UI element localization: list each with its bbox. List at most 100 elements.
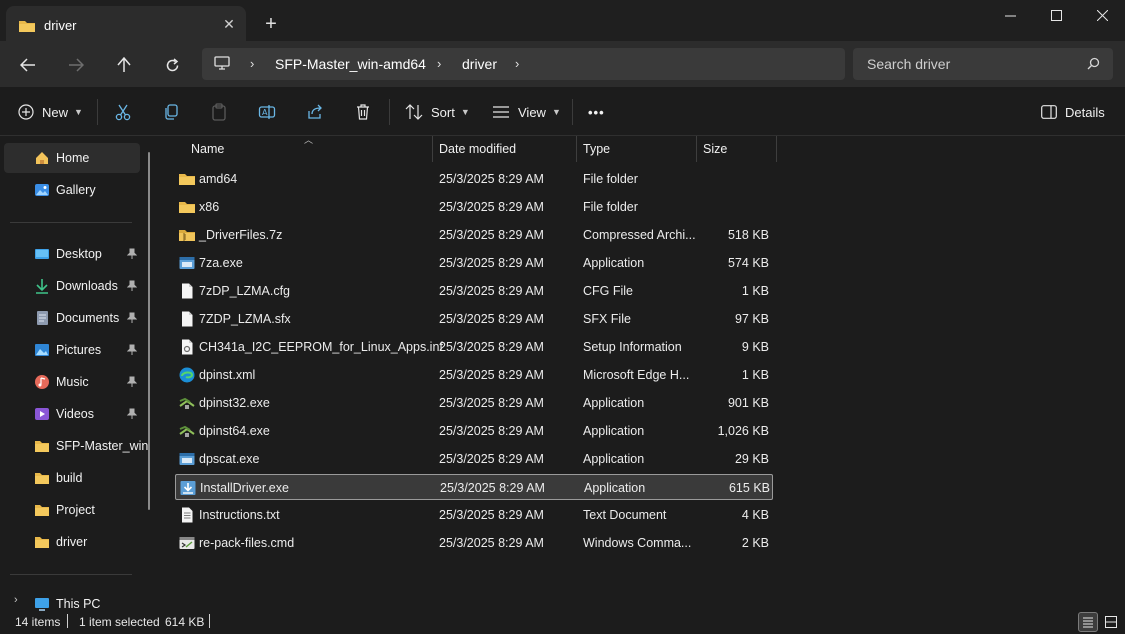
file-row[interactable]: 7ZDP_LZMA.sfx 25/3/2025 8:29 AM SFX File 97…	[175, 306, 773, 332]
column-header-type[interactable]: Type	[583, 136, 610, 162]
column-divider[interactable]	[776, 136, 777, 162]
file-name: _DriverFiles.7z	[199, 228, 283, 242]
cut-button[interactable]	[114, 101, 132, 123]
details-view-button[interactable]	[1078, 612, 1098, 632]
more-options-button[interactable]: •••	[588, 101, 605, 123]
back-button[interactable]	[14, 53, 42, 77]
file-name: Instructions.txt	[199, 508, 280, 522]
view-button[interactable]: View ▼	[492, 101, 561, 123]
up-button[interactable]	[110, 53, 138, 77]
file-row[interactable]: dpscat.exe 25/3/2025 8:29 AM Application 29…	[175, 446, 773, 472]
file-date: 25/3/2025 8:29 AM	[439, 228, 544, 242]
search-placeholder: Search driver	[867, 56, 951, 72]
rename-button[interactable]: A	[258, 101, 276, 123]
sidebar-item-documents[interactable]: Documents	[4, 303, 140, 333]
sidebar-item-project[interactable]: Project	[4, 495, 140, 525]
file-type: Application	[583, 424, 645, 438]
new-button[interactable]: New ▼	[18, 101, 83, 123]
file-row[interactable]: dpinst64.exe 25/3/2025 8:29 AM Application…	[175, 418, 773, 444]
pin-icon[interactable]	[127, 280, 137, 292]
share-button[interactable]	[306, 101, 324, 123]
maximize-button[interactable]	[1033, 0, 1079, 30]
file-row[interactable]: dpinst32.exe 25/3/2025 8:29 AM Application…	[175, 390, 773, 416]
sidebar-item-this-pc[interactable]: › This PC	[4, 591, 140, 613]
sidebar-item-gallery[interactable]: Gallery	[4, 175, 140, 205]
new-tab-button[interactable]: +	[259, 13, 283, 37]
file-row[interactable]: Instructions.txt 25/3/2025 8:29 AM Text Do…	[175, 502, 773, 528]
sidebar-item-music[interactable]: Music	[4, 367, 140, 397]
column-size-label: Size	[703, 142, 728, 156]
file-row[interactable]: re-pack-files.cmd 25/3/2025 8:29 AM Window…	[175, 530, 773, 556]
file-row[interactable]: 7zDP_LZMA.cfg 25/3/2025 8:29 AM CFG File 1 …	[175, 278, 773, 304]
divider	[67, 614, 68, 628]
file-row[interactable]: _DriverFiles.7z 25/3/2025 8:29 AM Compress…	[175, 222, 773, 248]
file-type: Application	[583, 256, 645, 270]
file-type: File folder	[583, 172, 638, 186]
close-tab-icon[interactable]: ✕	[219, 14, 239, 34]
search-input[interactable]: Search driver	[853, 48, 1113, 80]
file-row[interactable]: 7za.exe 25/3/2025 8:29 AM Application 574 K…	[175, 250, 773, 276]
column-header-name[interactable]: Name	[191, 136, 224, 162]
minimize-button[interactable]	[987, 0, 1033, 30]
copy-icon	[165, 104, 178, 120]
music-icon	[35, 375, 49, 389]
refresh-button[interactable]	[158, 53, 186, 77]
pin-icon[interactable]	[127, 376, 137, 388]
documents-icon	[37, 311, 48, 325]
pin-icon[interactable]	[127, 312, 137, 324]
copy-button[interactable]	[162, 101, 180, 123]
file-size: 1 KB	[741, 284, 769, 298]
forward-button[interactable]	[62, 53, 90, 77]
file-size: 9 KB	[741, 340, 769, 354]
tiles-view-button[interactable]	[1101, 612, 1121, 632]
file-size: 1,026 KB	[717, 424, 769, 438]
sidebar-item-label: Music	[56, 375, 89, 389]
file-row[interactable]: x86 25/3/2025 8:29 AM File folder	[175, 194, 773, 220]
file-type: CFG File	[583, 284, 633, 298]
paste-button[interactable]	[210, 101, 228, 123]
file-file-icon	[178, 282, 196, 300]
breadcrumb-sfp-master[interactable]: SFP-Master_win-amd64	[275, 56, 426, 72]
pin-icon[interactable]	[127, 344, 137, 356]
file-name: dpscat.exe	[199, 452, 260, 466]
file-row[interactable]: amd64 25/3/2025 8:29 AM File folder	[175, 166, 773, 192]
file-row[interactable]: InstallDriver.exe 25/3/2025 8:29 AM Applic…	[175, 474, 773, 500]
column-divider[interactable]	[576, 136, 577, 162]
clipboard-icon	[212, 103, 226, 121]
close-window-button[interactable]	[1079, 0, 1125, 30]
column-divider[interactable]	[432, 136, 433, 162]
sidebar-item-home[interactable]: Home	[4, 143, 140, 173]
sidebar-item-downloads[interactable]: Downloads	[4, 271, 140, 301]
file-size: 4 KB	[741, 508, 769, 522]
file-date: 25/3/2025 8:29 AM	[439, 284, 544, 298]
divider	[10, 222, 132, 223]
pin-icon[interactable]	[127, 408, 137, 420]
address-bar[interactable]: › SFP-Master_win-amd64 › driver ›	[202, 48, 845, 80]
file-date: 25/3/2025 8:29 AM	[439, 172, 544, 186]
sidebar-item-desktop[interactable]: Desktop	[4, 239, 140, 269]
file-date: 25/3/2025 8:29 AM	[439, 424, 544, 438]
sidebar-scrollbar[interactable]	[148, 152, 150, 510]
pin-icon[interactable]	[127, 248, 137, 260]
delete-button[interactable]	[354, 101, 372, 123]
chevron-right-icon[interactable]: ›	[14, 594, 18, 606]
breadcrumb-driver[interactable]: driver	[462, 56, 497, 72]
sidebar-item-build[interactable]: build	[4, 463, 140, 493]
column-divider[interactable]	[696, 136, 697, 162]
details-pane-button[interactable]: Details	[1041, 101, 1105, 123]
sidebar-item-pictures[interactable]: Pictures	[4, 335, 140, 365]
desktop-icon	[35, 249, 49, 259]
sidebar-item-videos[interactable]: Videos	[4, 399, 140, 429]
chevron-right-icon[interactable]: ›	[515, 56, 519, 71]
pictures-icon	[35, 344, 49, 356]
file-size: 574 KB	[727, 256, 769, 270]
file-row[interactable]: CH341a_I2C_EEPROM_for_Linux_Apps.inf 25/3…	[175, 334, 773, 360]
sort-button[interactable]: Sort ▼	[405, 101, 470, 123]
sidebar-item-sfp-master[interactable]: SFP-Master_win	[4, 431, 148, 461]
column-header-date[interactable]: Date modified	[439, 136, 516, 162]
file-row[interactable]: dpinst.xml 25/3/2025 8:29 AM Microsoft Edg…	[175, 362, 773, 388]
column-header-size[interactable]: Size	[703, 136, 727, 162]
folder-icon	[35, 505, 49, 516]
file-name: dpinst32.exe	[199, 396, 270, 410]
sidebar-item-driver[interactable]: driver	[4, 527, 140, 557]
